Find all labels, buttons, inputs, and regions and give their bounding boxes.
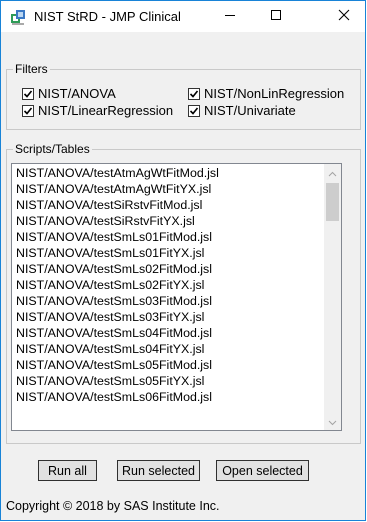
list-item[interactable]: NIST/ANOVA/testSmLs06FitMod.jsl <box>12 389 325 405</box>
minimize-icon <box>224 8 236 26</box>
title-bar[interactable]: NIST StRD - JMP Clinical <box>1 1 365 32</box>
list-item[interactable]: NIST/ANOVA/testSmLs03FitMod.jsl <box>12 293 325 309</box>
scripts-listbox[interactable]: NIST/ANOVA/testAtmAgWtFitMod.jsl NIST/AN… <box>11 163 342 431</box>
minimize-button[interactable] <box>207 1 253 32</box>
filter-anova-checkbox[interactable]: NIST/ANOVA <box>22 85 116 102</box>
chevron-up-icon <box>328 164 337 182</box>
list-item[interactable]: NIST/ANOVA/testSmLs02FitMod.jsl <box>12 261 325 277</box>
list-item[interactable]: NIST/ANOVA/testSmLs01FitYX.jsl <box>12 245 325 261</box>
client-area: Filters NIST/ANOVA NIST/NonLinRegression… <box>1 32 365 520</box>
maximize-icon <box>270 8 282 26</box>
filter-linearregression-checkbox[interactable]: NIST/LinearRegression <box>22 102 173 119</box>
checkmark-icon[interactable] <box>22 104 34 117</box>
checkmark-icon[interactable] <box>188 87 200 100</box>
list-item[interactable]: NIST/ANOVA/testSmLs04FitYX.jsl <box>12 341 325 357</box>
list-item[interactable]: NIST/ANOVA/testSiRstvFitYX.jsl <box>12 213 325 229</box>
list-item[interactable]: NIST/ANOVA/testSiRstvFitMod.jsl <box>12 197 325 213</box>
run-selected-button[interactable]: Run selected <box>117 460 200 481</box>
list-item[interactable]: NIST/ANOVA/testSmLs05FitMod.jsl <box>12 357 325 373</box>
list-item[interactable]: NIST/ANOVA/testSmLs04FitMod.jsl <box>12 325 325 341</box>
chevron-down-icon <box>328 413 337 431</box>
copyright-text: Copyright © 2018 by SAS Institute Inc. <box>6 499 220 513</box>
filter-univariate-checkbox[interactable]: NIST/Univariate <box>188 102 296 119</box>
close-icon <box>338 8 350 26</box>
scroll-up-button[interactable] <box>324 164 341 181</box>
open-selected-button[interactable]: Open selected <box>216 460 309 481</box>
run-all-button[interactable]: Run all <box>38 460 97 481</box>
scroll-down-button[interactable] <box>324 413 341 430</box>
filter-nonlinregression-checkbox[interactable]: NIST/NonLinRegression <box>188 85 344 102</box>
checkmark-icon[interactable] <box>188 104 200 117</box>
scripts-list: NIST/ANOVA/testAtmAgWtFitMod.jsl NIST/AN… <box>12 165 325 405</box>
filters-groupbox: Filters NIST/ANOVA NIST/NonLinRegression… <box>6 61 361 130</box>
filter-nonlinregression-label: NIST/NonLinRegression <box>204 86 345 101</box>
list-item[interactable]: NIST/ANOVA/testAtmAgWtFitYX.jsl <box>12 181 325 197</box>
jmp-clinical-app-icon <box>10 9 26 25</box>
close-button[interactable] <box>321 1 367 32</box>
list-item[interactable]: NIST/ANOVA/testSmLs03FitYX.jsl <box>12 309 325 325</box>
checkmark-icon[interactable] <box>22 87 34 100</box>
app-window: NIST StRD - JMP Clinical Filters NIST/AN… <box>0 0 366 521</box>
list-item[interactable]: NIST/ANOVA/testSmLs01FitMod.jsl <box>12 229 325 245</box>
scroll-thumb[interactable] <box>326 183 339 221</box>
scripts-group-label: Scripts/Tables <box>13 141 92 157</box>
window-title: NIST StRD - JMP Clinical <box>34 9 181 24</box>
filters-group-label: Filters <box>13 61 50 77</box>
maximize-button[interactable] <box>253 1 299 32</box>
filter-univariate-label: NIST/Univariate <box>204 103 296 118</box>
filter-linearregression-label: NIST/LinearRegression <box>38 103 174 118</box>
list-item[interactable]: NIST/ANOVA/testAtmAgWtFitMod.jsl <box>12 165 325 181</box>
vertical-scrollbar[interactable] <box>324 164 341 430</box>
list-item[interactable]: NIST/ANOVA/testSmLs05FitYX.jsl <box>12 373 325 389</box>
list-item[interactable]: NIST/ANOVA/testSmLs02FitYX.jsl <box>12 277 325 293</box>
filter-anova-label: NIST/ANOVA <box>38 86 116 101</box>
